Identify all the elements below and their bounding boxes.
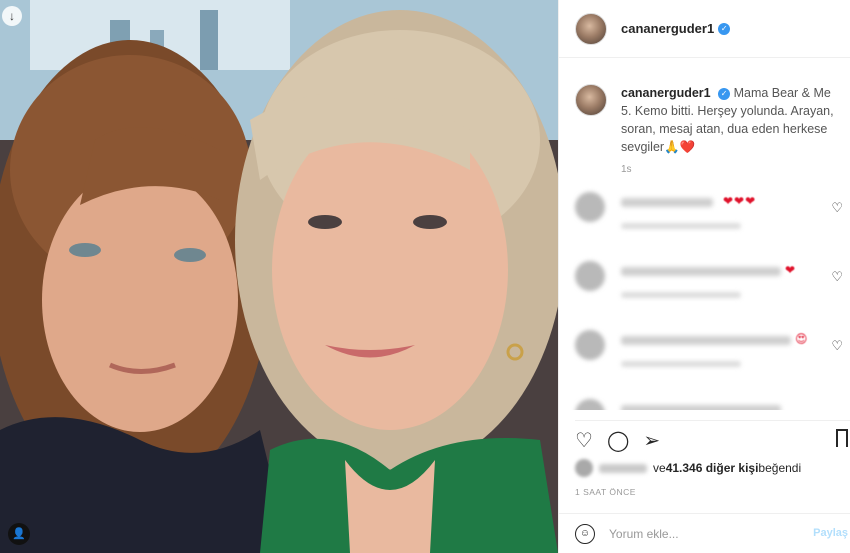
list-item <box>559 399 850 410</box>
list-item: 😍 ♡ <box>559 330 850 382</box>
likes-suffix: beğendi <box>758 461 802 475</box>
list-item: ❤ ♡ <box>559 261 850 313</box>
comment-text <box>621 405 781 410</box>
avatar[interactable] <box>575 192 605 222</box>
post-photo[interactable]: ↓ 👤 <box>0 0 558 553</box>
avatar[interactable] <box>575 330 605 360</box>
avatar[interactable] <box>575 399 605 410</box>
heart-outline-icon[interactable]: ♡ <box>831 338 843 354</box>
liker-name[interactable] <box>599 463 647 473</box>
heart-outline-icon[interactable]: ♡ <box>575 431 593 451</box>
caption: cananerguder1 ✓ Mama Bear & Me 5. Kemo b… <box>559 70 850 156</box>
download-icon[interactable]: ↓ <box>2 6 22 26</box>
likes-count[interactable]: 41.346 diğer kişi <box>666 461 759 475</box>
emoji-smile-icon[interactable]: ☺ <box>575 523 595 544</box>
heart-outline-icon[interactable]: ♡ <box>831 200 843 216</box>
comment-meta <box>621 292 741 298</box>
caption-username[interactable]: cananerguder1 <box>621 86 711 100</box>
comment-text <box>621 336 791 345</box>
comment-input[interactable] <box>609 526 799 541</box>
post-timestamp[interactable]: 1 SAAT ÖNCE <box>575 487 636 497</box>
paper-plane-icon[interactable]: ➢ <box>643 431 660 451</box>
heart-outline-icon[interactable]: ♡ <box>831 269 843 285</box>
comments-list[interactable]: cananerguder1 ✓ Mama Bear & Me 5. Kemo b… <box>559 70 850 410</box>
tag-people-icon[interactable]: 👤 <box>8 523 30 545</box>
avatar[interactable] <box>575 12 607 45</box>
likes-summary[interactable]: ve 41.346 diğer kişi beğendi <box>575 459 801 477</box>
post-actions: ♡ ◯ ➢ <box>575 420 850 451</box>
bookmark-icon[interactable] <box>836 429 848 447</box>
comment-meta <box>621 223 741 229</box>
header-username[interactable]: cananerguder1 <box>621 21 714 36</box>
comment-text <box>621 198 713 207</box>
comment-text <box>621 267 781 276</box>
comment-emoji: 😍 <box>795 332 809 346</box>
caption-timestamp: 1s <box>621 164 632 175</box>
comment-meta <box>621 361 741 367</box>
list-item: ❤❤❤ ♡ <box>559 192 850 244</box>
comment-emoji: ❤❤❤ <box>723 194 757 208</box>
caption-text: cananerguder1 ✓ Mama Bear & Me 5. Kemo b… <box>621 84 835 156</box>
likes-prefix: ve <box>653 461 666 475</box>
verified-badge-icon: ✓ <box>718 22 731 35</box>
avatar[interactable] <box>575 84 607 116</box>
comment-emoji: ❤ <box>785 263 797 277</box>
post-comment-button[interactable]: Paylaş <box>813 527 848 539</box>
add-comment-bar: ☺ Paylaş <box>559 513 850 553</box>
post-side-panel: cananerguder1 ✓ cananerguder1 ✓ Mama Bea… <box>558 0 850 553</box>
post-header: cananerguder1 ✓ <box>559 0 850 58</box>
avatar[interactable] <box>575 459 593 477</box>
photo-illustration <box>0 0 558 553</box>
comment-bubble-icon[interactable]: ◯ <box>607 431 629 451</box>
avatar[interactable] <box>575 261 605 291</box>
verified-badge-icon: ✓ <box>718 88 731 100</box>
